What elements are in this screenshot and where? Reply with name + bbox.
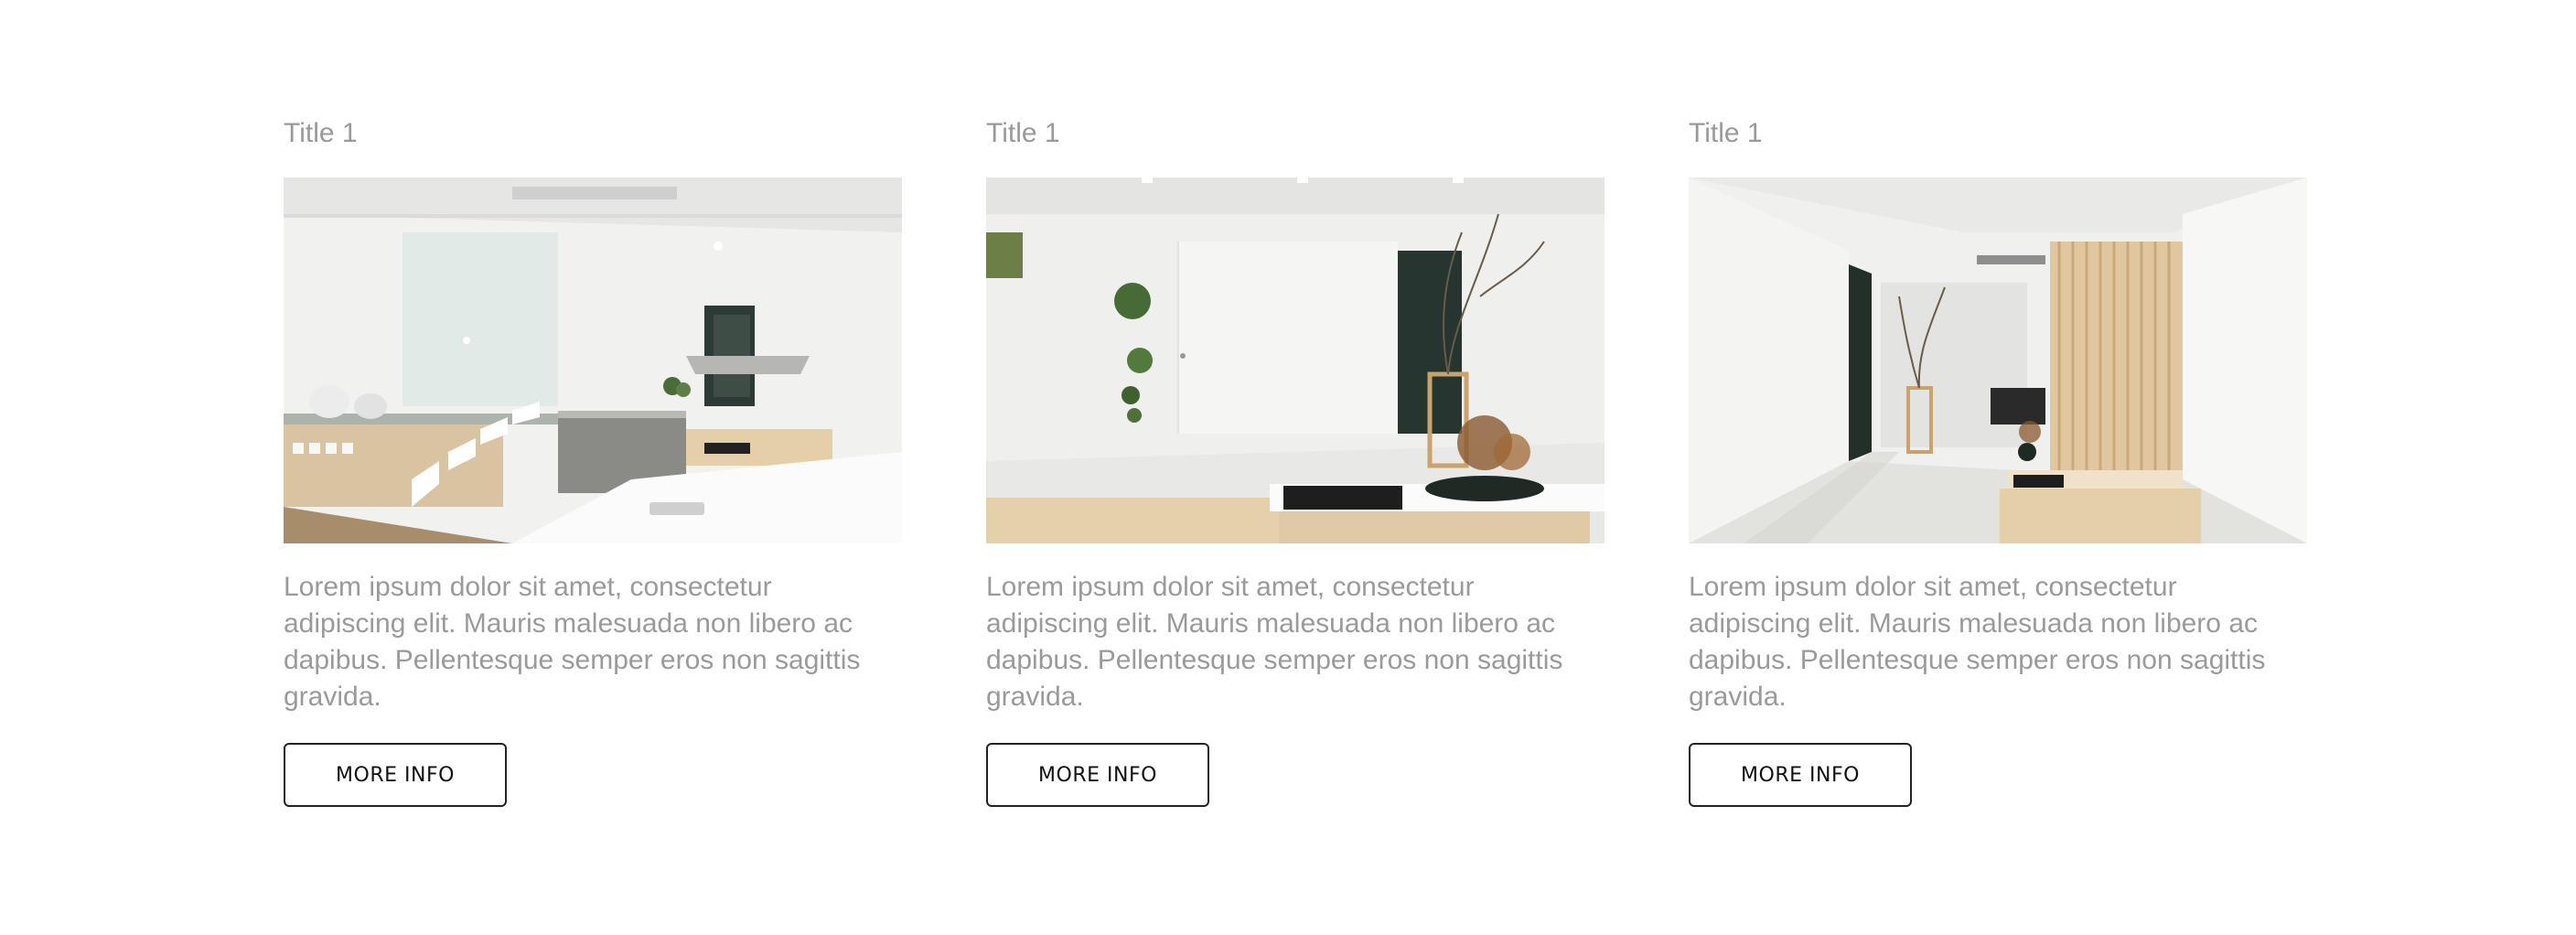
card-description: Lorem ipsum dolor sit amet, consectetur … (284, 572, 861, 712)
card-image (1689, 177, 2307, 543)
card-image (986, 177, 1605, 543)
card-title: Title 1 (284, 118, 358, 148)
card-description: Lorem ipsum dolor sit amet, consectetur … (986, 572, 1563, 712)
card-row: Title 1 Lorem ipsum dolor sit amet, cons… (284, 110, 2307, 807)
card-title: Title 1 (1689, 118, 1763, 148)
more-info-button[interactable]: MORE INFO (284, 743, 507, 807)
card-3: Title 1 Lorem ipsum dolor sit amet, cons… (1689, 110, 2307, 807)
more-info-button[interactable]: MORE INFO (986, 743, 1209, 807)
more-info-button[interactable]: MORE INFO (1689, 743, 1912, 807)
card-description: Lorem ipsum dolor sit amet, consectetur … (1689, 572, 2266, 712)
card-2: Title 1 Lorem ipsum dolor sit amet, cons… (986, 110, 1605, 807)
card-1: Title 1 Lorem ipsum dolor sit amet, cons… (284, 110, 902, 807)
card-title: Title 1 (986, 118, 1060, 148)
card-image (284, 177, 902, 543)
